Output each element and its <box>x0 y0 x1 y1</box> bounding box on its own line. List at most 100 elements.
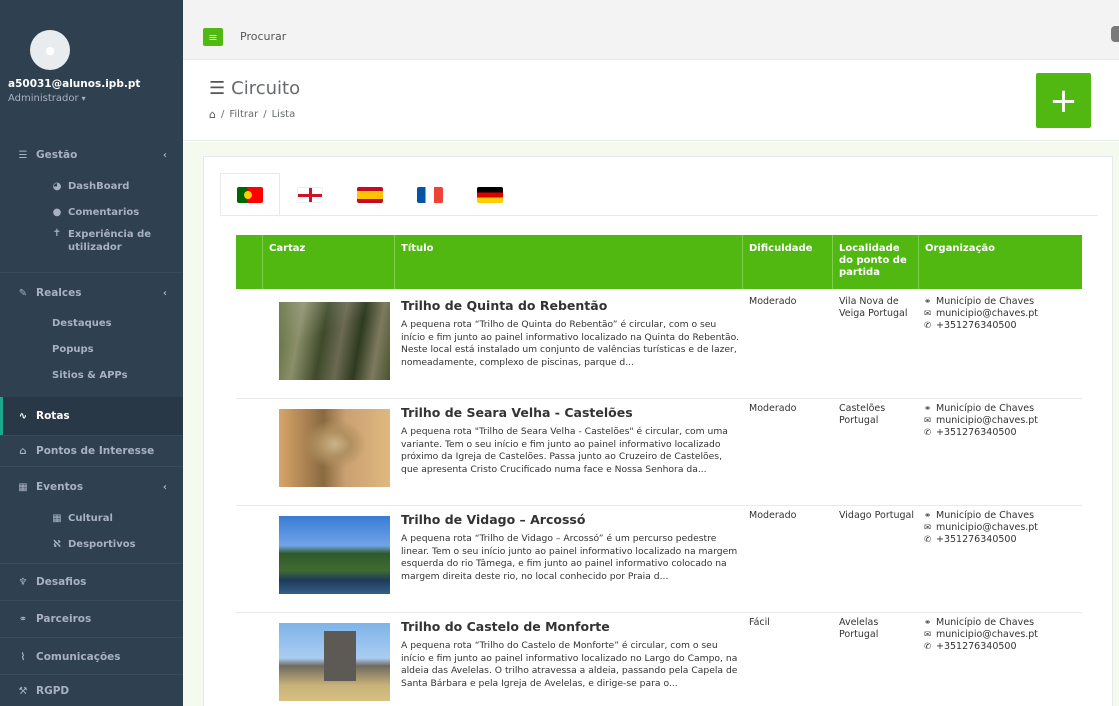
chevron-left-icon: ‹ <box>162 149 167 161</box>
plus-icon: + <box>1049 80 1078 121</box>
tab-de[interactable] <box>460 173 520 216</box>
sidebar-item-gestao[interactable]: ☰ Gestão ‹ <box>0 140 183 170</box>
org-phone[interactable]: +351276340500 <box>936 534 1017 545</box>
org-email[interactable]: municipio@chaves.pt <box>936 629 1038 640</box>
row-difficulty: Fácil <box>749 617 770 628</box>
tab-pt[interactable] <box>220 173 280 217</box>
poster-image[interactable] <box>279 302 390 380</box>
sidebar-item-label: Rotas <box>36 410 70 422</box>
bank-icon: ⌂ <box>19 445 27 457</box>
comment-icon: ● <box>52 206 62 218</box>
sidebar-item-label: Pontos de Interesse <box>36 445 155 457</box>
tab-en[interactable] <box>280 173 340 216</box>
table-row[interactable]: Trilho de Seara Velha - Castelões A pequ… <box>236 399 1082 506</box>
search-input[interactable]: Procurar <box>240 30 286 43</box>
sidebar-item-realces[interactable]: ✎ Realces ‹ <box>0 278 183 308</box>
tab-es[interactable] <box>340 173 400 216</box>
sidebar-item-pontos-interesse[interactable]: ⌂ Pontos de Interesse <box>0 436 183 466</box>
envelope-icon: ✉ <box>924 523 932 533</box>
row-title[interactable]: Trilho de Vidago – Arcossó <box>401 512 585 527</box>
sidebar-item-label: Gestão <box>36 149 78 161</box>
org-email[interactable]: municipio@chaves.pt <box>936 308 1038 319</box>
row-title[interactable]: Trilho do Castelo de Monforte <box>401 619 610 634</box>
content-box: Cartaz Título Dificuldade Localidade do … <box>203 156 1113 706</box>
row-title[interactable]: Trilho de Seara Velha - Castelões <box>401 405 633 420</box>
breadcrumb-filtrar[interactable]: Filtrar <box>229 109 258 120</box>
list-icon: ☰ <box>18 149 28 161</box>
sidebar-item-destaques[interactable]: Destaques <box>0 313 183 333</box>
th-organizacao[interactable]: Organização <box>918 235 1082 289</box>
row-difficulty: Moderado <box>749 296 797 307</box>
phone-icon: ✆ <box>924 428 932 438</box>
th-titulo[interactable]: Título <box>394 235 742 289</box>
pie-chart-icon: ◕ <box>52 180 62 192</box>
row-title[interactable]: Trilho de Quinta do Rebentão <box>401 298 607 313</box>
org-email[interactable]: municipio@chaves.pt <box>936 415 1038 426</box>
row-location: Vidago Portugal <box>839 510 914 521</box>
sidebar-item-desafios[interactable]: ♆ Desafios <box>0 567 183 597</box>
profile: ● a50031@alunos.ipb.pt Administrador ▾ <box>0 0 183 137</box>
sidebar-item-popups[interactable]: Popups <box>0 339 183 359</box>
handshake-icon: ⚭ <box>924 297 932 307</box>
poster-image[interactable] <box>279 516 390 594</box>
poster-image[interactable] <box>279 623 390 701</box>
page-title: Circuito <box>231 78 301 99</box>
user-role-dropdown[interactable]: Administrador ▾ <box>8 93 161 104</box>
user-icon: ● <box>45 43 55 57</box>
sidebar-item-parceiros[interactable]: ⚭ Parceiros <box>0 604 183 634</box>
person-icon: ✝ <box>52 228 62 239</box>
portugal-flag-icon <box>237 187 263 203</box>
poster-image[interactable] <box>279 409 390 487</box>
org-phone[interactable]: +351276340500 <box>936 427 1017 438</box>
route-icon: ∿ <box>18 410 28 422</box>
org-name: Município de Chaves <box>936 510 1035 521</box>
row-description: A pequena rota “Trilho de Vidago – Arcos… <box>401 533 738 582</box>
row-description: A pequena rota “Trilho de Quinta do Rebe… <box>401 319 739 368</box>
magic-icon: ✎ <box>18 287 28 299</box>
th-cartaz[interactable]: Cartaz <box>262 235 394 289</box>
sidebar-item-label: Sitios & APPs <box>52 369 128 381</box>
sidebar-item-rgpd[interactable]: ⚒ RGPD <box>0 676 183 706</box>
germany-flag-icon <box>477 186 503 203</box>
org-phone[interactable]: +351276340500 <box>936 320 1017 331</box>
org-name: Município de Chaves <box>936 403 1035 414</box>
table-row[interactable]: Trilho do Castelo de Monforte A pequena … <box>236 613 1082 706</box>
add-button[interactable]: + <box>1036 73 1091 128</box>
sidebar-item-comunicacoes[interactable]: ⌇ Comunicações <box>0 642 183 672</box>
sidebar-item-dashboard[interactable]: ◕ DashBoard <box>0 176 183 196</box>
home-icon[interactable]: ⌂ <box>209 108 216 121</box>
avatar[interactable]: ● <box>30 30 70 70</box>
table-row[interactable]: Trilho de Vidago – Arcossó A pequena rot… <box>236 506 1082 613</box>
th-localidade[interactable]: Localidade do ponto de partida <box>832 235 918 289</box>
tab-fr[interactable] <box>400 173 460 216</box>
row-organization: ⚭ Município de Chaves ✉ municipio@chaves.p… <box>924 403 1038 439</box>
sidebar-item-label: Comentarios <box>68 206 140 218</box>
bell-icon[interactable] <box>1111 26 1119 42</box>
breadcrumb: ⌂ / Filtrar / Lista <box>209 108 295 121</box>
handshake-icon: ⚭ <box>924 404 932 414</box>
sidebar-item-rotas[interactable]: ∿ Rotas <box>0 397 183 435</box>
rss-icon: ⌇ <box>20 651 26 663</box>
sidebar-item-experiencia[interactable]: ✝ Experiência de utilizador <box>0 228 183 262</box>
sidebar-item-comentarios[interactable]: ● Comentarios <box>0 202 183 222</box>
org-email[interactable]: municipio@chaves.pt <box>936 522 1038 533</box>
handshake-icon: ⚭ <box>924 511 932 521</box>
trophy-icon: ♆ <box>18 576 28 588</box>
sidebar-item-sitios-apps[interactable]: Sitios & APPs <box>0 365 183 385</box>
list-icon: ☰ <box>209 78 226 99</box>
menu-toggle-button[interactable]: ≡ <box>203 28 223 46</box>
phone-icon: ✆ <box>924 321 932 331</box>
sidebar-item-cultural[interactable]: ▦ Cultural <box>0 508 183 528</box>
hamburger-icon: ≡ <box>208 30 218 44</box>
medal-icon: ℵ <box>53 538 61 550</box>
content: Cartaz Título Dificuldade Localidade do … <box>183 142 1119 706</box>
th-dificuldade[interactable]: Dificuldade <box>742 235 832 289</box>
row-organization: ⚭ Município de Chaves ✉ municipio@chaves.p… <box>924 296 1038 332</box>
org-phone[interactable]: +351276340500 <box>936 641 1017 652</box>
org-name: Município de Chaves <box>936 617 1035 628</box>
breadcrumb-lista: Lista <box>271 109 296 120</box>
divider <box>0 674 183 675</box>
sidebar-item-desportivos[interactable]: ℵ Desportivos <box>0 534 183 554</box>
table-row[interactable]: Trilho de Quinta do Rebentão A pequena r… <box>236 292 1082 399</box>
sidebar-item-eventos[interactable]: ▦ Eventos ‹ <box>0 472 183 502</box>
